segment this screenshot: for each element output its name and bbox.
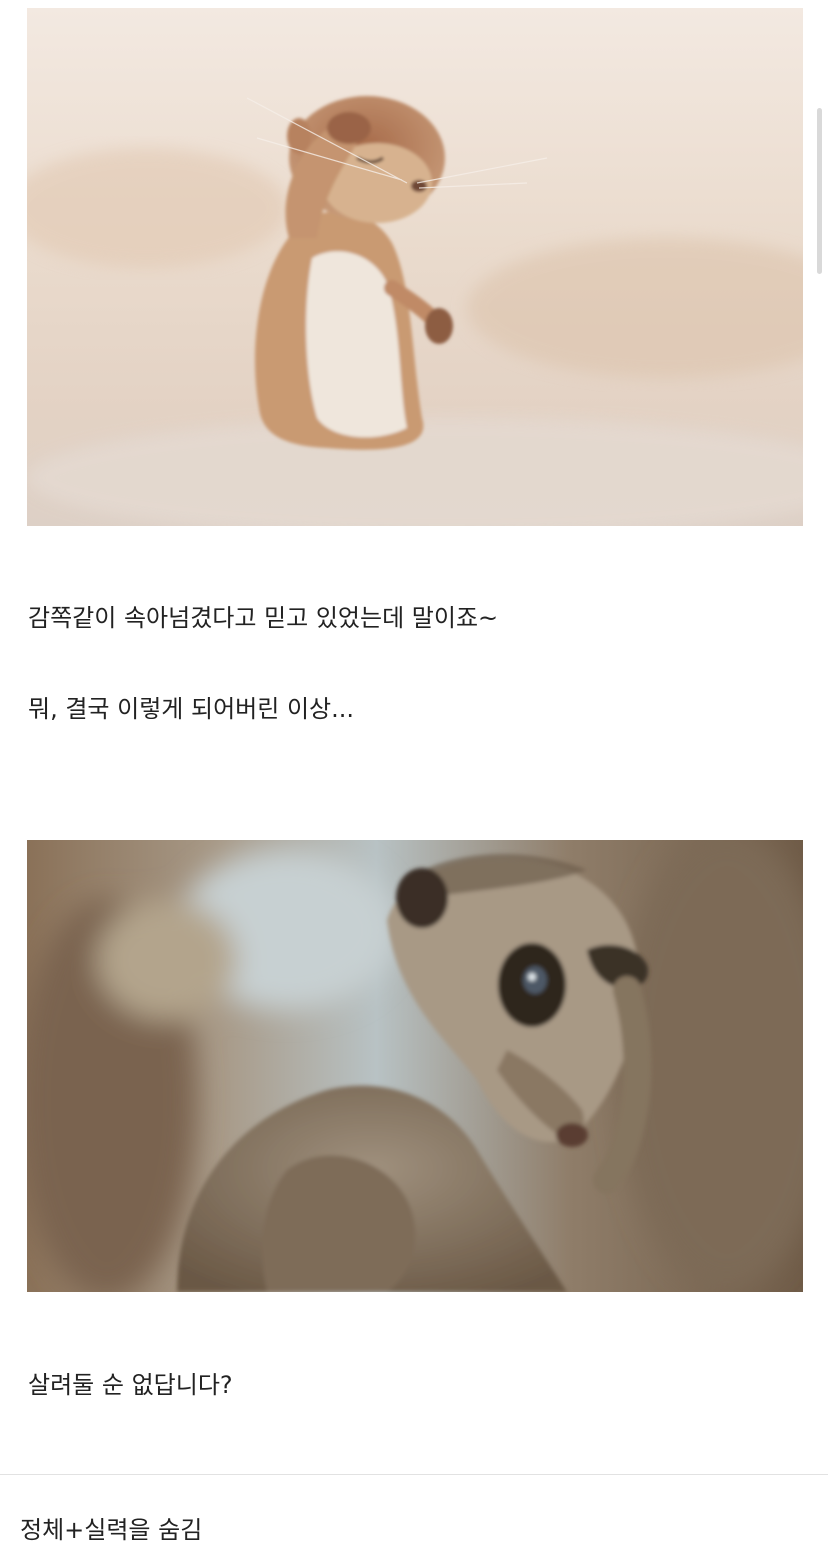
related-post-title[interactable]: 정체+실력을 숨김 xyxy=(20,1514,202,1546)
divider xyxy=(0,1474,828,1475)
scrollbar[interactable] xyxy=(817,108,822,274)
post-text-line-3: 살려둘 순 없답니다? xyxy=(28,1371,233,1399)
post-text-line-2: 뭐, 결국 이렇게 되어버린 이상... xyxy=(28,695,354,723)
meerkat-facepalm-image xyxy=(27,840,803,1292)
post-text-line-1: 감쪽같이 속아넘겼다고 믿고 있었는데 말이죠~ xyxy=(28,604,499,632)
ground-squirrel-facepalm-image xyxy=(27,8,803,526)
